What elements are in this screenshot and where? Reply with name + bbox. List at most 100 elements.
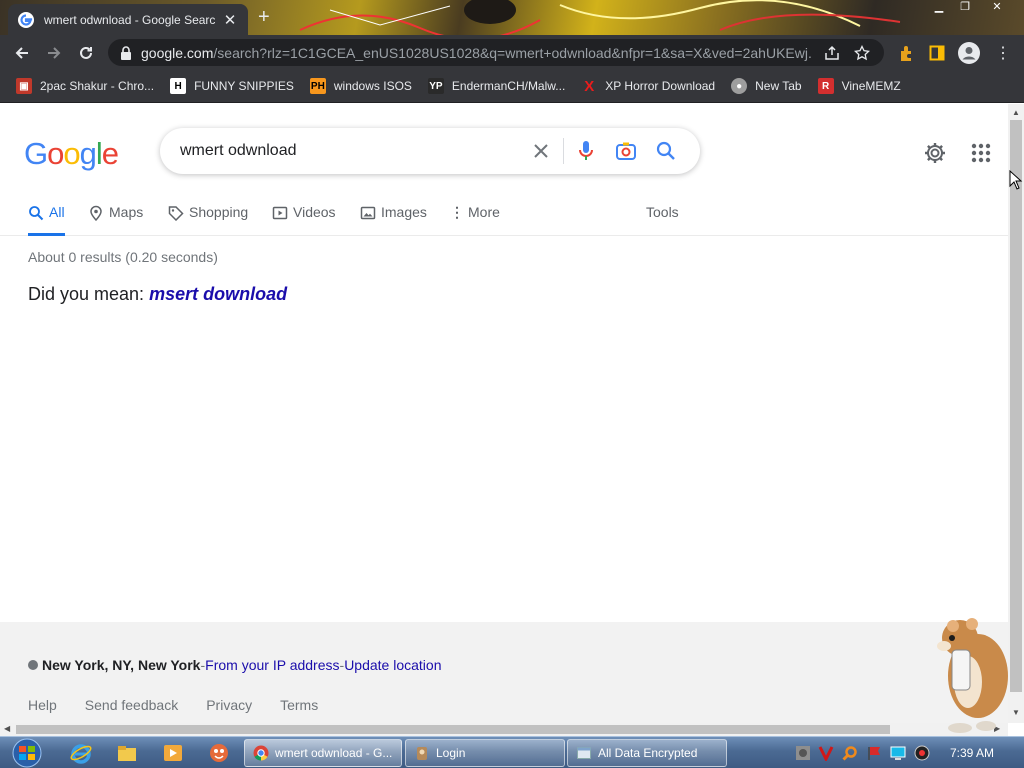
bookmark-item[interactable]: PH windows ISOS	[302, 73, 420, 99]
tray-v-icon[interactable]	[818, 745, 834, 761]
tab-title: wmert odwnload - Google Search	[44, 12, 216, 27]
map-pin-icon	[90, 205, 102, 221]
video-play-icon	[272, 206, 288, 220]
tray-volume-icon[interactable]	[914, 745, 930, 761]
x-icon: X	[584, 77, 595, 95]
tray-monitor-icon[interactable]	[890, 745, 906, 761]
media-player-icon[interactable]	[162, 742, 184, 764]
h-icon: H	[170, 78, 187, 94]
restore-icon[interactable]: ❐	[952, 0, 978, 16]
close-tab-icon[interactable]: ✕	[222, 11, 238, 29]
terms-link[interactable]: Terms	[280, 697, 318, 713]
google-logo[interactable]: Google	[24, 136, 119, 172]
ph-icon: PH	[309, 78, 326, 94]
browser-tab-active[interactable]: wmert odwnload - Google Search ✕	[8, 4, 248, 35]
back-button[interactable]	[6, 37, 38, 69]
search-icon[interactable]	[646, 131, 686, 171]
location-line: New York, NY, New York - From your IP ad…	[28, 657, 441, 673]
scroll-left-icon[interactable]: ◀	[4, 724, 10, 733]
mouse-cursor-icon	[1009, 170, 1023, 190]
side-panel-icon[interactable]	[926, 42, 948, 64]
location-city: New York, NY, New York	[42, 657, 201, 673]
clear-icon[interactable]	[521, 131, 561, 171]
bonzi-app-icon[interactable]	[208, 742, 230, 764]
settings-gear-icon[interactable]	[915, 133, 955, 173]
yp-icon: YP	[427, 78, 444, 94]
url-text: google.com/search?rlz=1C1GCEA_enUS1028US…	[141, 44, 812, 61]
profile-avatar-icon[interactable]	[958, 42, 980, 64]
internet-explorer-icon[interactable]	[70, 742, 92, 764]
search-input[interactable]: wmert odwnload	[180, 142, 521, 160]
browser-tab-strip: wmert odwnload - Google Search ✕ + ▁ ❐ ✕	[0, 0, 1024, 35]
bookmark-item[interactable]: X XP Horror Download	[573, 73, 723, 99]
bookmark-item[interactable]: YP EndermanCH/Malw...	[420, 73, 573, 99]
tray-flag-icon[interactable]	[866, 745, 882, 761]
lock-icon[interactable]	[120, 45, 132, 60]
spelling-suggestion: Did you mean: msert download	[28, 284, 287, 305]
minimize-icon[interactable]: ▁	[926, 0, 952, 16]
hamster-desktop-pet-icon[interactable]	[920, 616, 1012, 738]
search-box[interactable]: wmert odwnload	[160, 128, 700, 174]
tab-all[interactable]: All	[28, 200, 65, 236]
update-location-link[interactable]: Update location	[344, 657, 441, 673]
reload-button[interactable]	[70, 37, 102, 69]
tab-maps[interactable]: Maps	[88, 200, 143, 236]
share-icon[interactable]	[822, 43, 842, 63]
tab-shopping[interactable]: Shopping	[168, 200, 248, 236]
microphone-icon[interactable]	[566, 131, 606, 171]
more-vertical-icon: ⋮	[450, 204, 464, 220]
vertical-scroll-thumb[interactable]	[1010, 120, 1022, 692]
page-content: Google wmert odwnload All Maps Shopping …	[0, 104, 1008, 723]
bookmark-item[interactable]: R VineMEMZ	[810, 73, 909, 99]
image-icon	[360, 206, 376, 220]
did-you-mean-label: Did you mean:	[28, 284, 145, 304]
bookmark-icon: ▣	[16, 78, 32, 94]
chrome-menu-icon[interactable]: ⋮	[992, 42, 1014, 64]
bookmarks-bar: ▣ 2pac Shakur - Chro... H FUNNY SNIPPIES…	[0, 70, 1024, 103]
tools-button[interactable]: Tools	[646, 200, 679, 236]
tray-app-icon[interactable]	[795, 745, 811, 761]
apps-grid-icon[interactable]	[961, 133, 1001, 173]
tray-search-icon[interactable]	[842, 745, 858, 761]
taskbar-login-button[interactable]: Login	[405, 739, 565, 767]
search-icon	[29, 206, 44, 221]
bookmark-item[interactable]: ● New Tab	[723, 73, 809, 99]
scroll-up-icon[interactable]: ▲	[1012, 108, 1020, 117]
browser-toolbar: google.com/search?rlz=1C1GCEA_enUS1028US…	[0, 35, 1024, 70]
forward-button[interactable]	[38, 37, 70, 69]
horizontal-scrollbar[interactable]: ◀ ▶	[0, 723, 1008, 736]
suggestion-link[interactable]: msert download	[149, 284, 287, 304]
tab-more[interactable]: ⋮ More	[450, 200, 500, 236]
new-tab-icon[interactable]: +	[258, 6, 270, 29]
help-link[interactable]: Help	[28, 697, 57, 713]
reload-icon	[80, 46, 92, 59]
bookmark-star-icon[interactable]	[852, 43, 872, 63]
start-button-icon[interactable]	[8, 738, 46, 768]
window-app-icon	[577, 747, 591, 759]
footer-links: Help Send feedback Privacy Terms	[28, 697, 346, 713]
windows-taskbar: wmert odwnload - G... Login All Data Enc…	[0, 736, 1024, 768]
chrome-icon	[253, 745, 269, 761]
horizontal-scroll-thumb[interactable]	[16, 725, 890, 734]
file-explorer-icon[interactable]	[116, 742, 138, 764]
google-favicon-icon	[18, 11, 34, 28]
tab-images[interactable]: Images	[360, 200, 427, 236]
search-nav-tabs: All Maps Shopping Videos Images ⋮ More T…	[0, 200, 1008, 236]
privacy-link[interactable]: Privacy	[206, 697, 252, 713]
ip-address-link[interactable]: From your IP address	[205, 657, 339, 673]
send-feedback-link[interactable]: Send feedback	[85, 697, 178, 713]
taskbar-chrome-button[interactable]: wmert odwnload - G...	[244, 739, 402, 767]
close-window-icon[interactable]: ✕	[984, 0, 1010, 16]
taskbar-clock[interactable]: 7:39 AM	[950, 746, 994, 760]
r-icon: R	[817, 78, 834, 94]
camera-icon[interactable]	[606, 131, 646, 171]
taskbar-encrypted-button[interactable]: All Data Encrypted	[567, 739, 727, 767]
login-app-icon	[417, 747, 427, 760]
bookmark-item[interactable]: H FUNNY SNIPPIES	[162, 73, 302, 99]
extensions-icon[interactable]	[896, 42, 918, 64]
bookmark-item[interactable]: ▣ 2pac Shakur - Chro...	[8, 73, 162, 99]
scroll-down-icon[interactable]: ▼	[1012, 708, 1020, 717]
tab-videos[interactable]: Videos	[272, 200, 336, 236]
back-arrow-icon	[15, 46, 28, 59]
address-bar[interactable]: google.com/search?rlz=1C1GCEA_enUS1028US…	[108, 39, 884, 66]
